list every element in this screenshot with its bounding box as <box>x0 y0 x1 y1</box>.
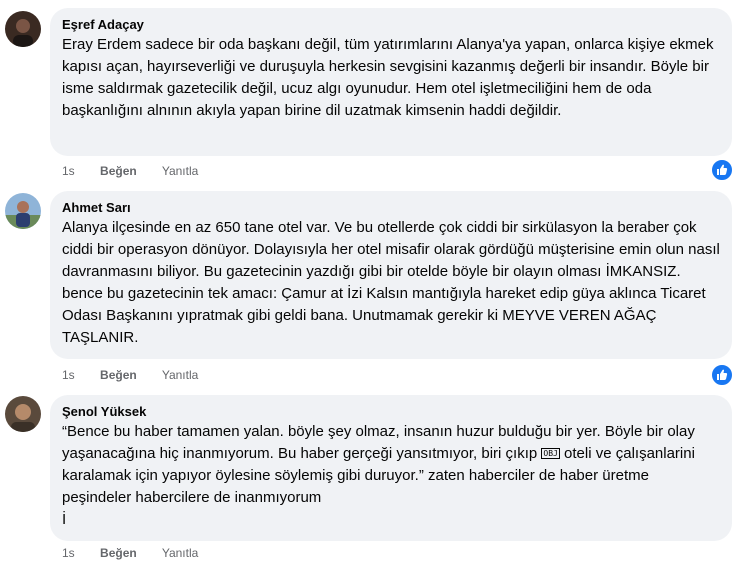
avatar[interactable] <box>5 193 41 229</box>
comment-author[interactable]: Eşref Adaçay <box>62 16 720 34</box>
avatar-photo <box>5 193 41 229</box>
avatar-photo <box>5 11 41 47</box>
object-replacement-glyph: OBJ <box>541 448 560 459</box>
comment-actions: 1s Beğen Yanıtla <box>62 545 220 561</box>
avatar[interactable] <box>5 11 41 47</box>
like-button[interactable]: Beğen <box>100 368 137 382</box>
comment-time[interactable]: 1s <box>62 368 75 382</box>
comment-text: “Bence bu haber tamamen yalan. böyle şey… <box>62 421 720 531</box>
comment-time[interactable]: 1s <box>62 546 75 560</box>
comment-bubble: Şenol Yüksek “Bence bu haber tamamen yal… <box>50 395 732 541</box>
comment-text: Alanya ilçesinde en az 650 tane otel var… <box>62 219 720 346</box>
comment-bubble: Ahmet Sarı Alanya ilçesinde en az 650 ta… <box>50 191 732 359</box>
like-reaction-badge[interactable] <box>710 158 734 182</box>
like-button[interactable]: Beğen <box>100 546 137 560</box>
thumbs-up-icon <box>717 369 728 380</box>
comment-actions: 1s Beğen Yanıtla <box>62 163 220 179</box>
thumbs-up-icon <box>717 164 728 175</box>
comment-bubble: Eşref Adaçay Eray Erdem sadece bir oda b… <box>50 8 732 156</box>
comment-time[interactable]: 1s <box>62 164 75 178</box>
like-button[interactable]: Beğen <box>100 164 137 178</box>
reply-button[interactable]: Yanıtla <box>162 164 198 178</box>
reply-button[interactable]: Yanıtla <box>162 368 198 382</box>
avatar[interactable] <box>5 396 41 432</box>
comment-actions: 1s Beğen Yanıtla <box>62 367 220 383</box>
like-reaction-badge[interactable] <box>710 363 734 387</box>
comment-author[interactable]: Şenol Yüksek <box>62 403 720 421</box>
comment-author[interactable]: Ahmet Sarı <box>62 199 720 217</box>
reply-button[interactable]: Yanıtla <box>162 546 198 560</box>
avatar-photo <box>5 396 41 432</box>
comment-text-part: İ <box>62 511 67 528</box>
comment-text: Eray Erdem sadece bir oda başkanı değil,… <box>62 36 714 119</box>
